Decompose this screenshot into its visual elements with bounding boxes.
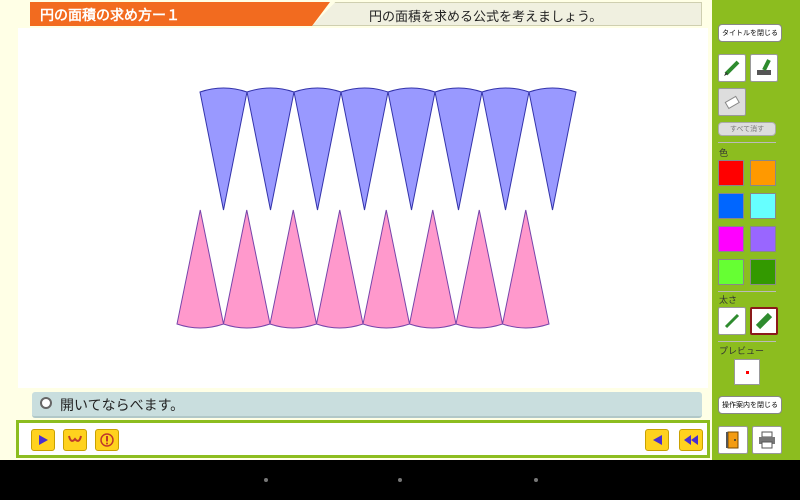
- system-dot: [264, 478, 268, 482]
- warning-button[interactable]: [95, 429, 119, 451]
- color-swatch-purple[interactable]: [750, 226, 776, 252]
- back-button[interactable]: [645, 429, 669, 451]
- top-slice: [246, 87, 295, 211]
- bottom-slice: [501, 209, 550, 329]
- bottom-slice: [176, 209, 225, 329]
- divider: [718, 142, 776, 143]
- eraser-icon: [724, 95, 740, 110]
- back-icon: [653, 435, 662, 445]
- caption-text: 開いてならべます。: [60, 398, 185, 414]
- thin-pen-icon: [724, 313, 740, 329]
- top-slice: [481, 87, 530, 211]
- thickness-label: 太さ: [719, 296, 738, 306]
- right-panel: タイトルを閉じる すべて消す 色 太さ プレビュー 操作案内を閉じる: [712, 0, 800, 460]
- eraser-tool-button[interactable]: [718, 88, 746, 116]
- color-swatch-blue[interactable]: [718, 193, 744, 219]
- print-button[interactable]: [752, 426, 782, 454]
- top-slice: [528, 87, 577, 211]
- mustache-icon: [68, 435, 82, 442]
- color-swatch-red[interactable]: [718, 160, 744, 186]
- pen-tool-button[interactable]: [718, 54, 746, 82]
- bottom-slice: [269, 209, 318, 329]
- preview-label: プレビュー: [719, 347, 765, 357]
- play-icon: [39, 435, 48, 445]
- bottom-toolbar: [16, 420, 710, 458]
- color-swatch-orange[interactable]: [750, 160, 776, 186]
- bottom-slice: [222, 209, 271, 329]
- marker-icon: [757, 59, 771, 75]
- close-guide-button[interactable]: 操作案内を閉じる: [718, 396, 782, 414]
- top-slice: [293, 87, 342, 211]
- top-slice: [340, 87, 389, 211]
- caption-radio[interactable]: [40, 397, 52, 409]
- thick-pen-icon: [755, 312, 773, 330]
- mustache-button[interactable]: [63, 429, 87, 451]
- system-dot: [534, 478, 538, 482]
- top-slice: [387, 87, 436, 211]
- print-icon: [759, 431, 775, 449]
- play-button[interactable]: [31, 429, 55, 451]
- thick-line-button[interactable]: [750, 307, 778, 335]
- bottom-slice: [408, 209, 457, 329]
- rewind-icon: [684, 435, 698, 445]
- clear-all-button[interactable]: すべて消す: [718, 122, 776, 136]
- bottom-slice: [362, 209, 411, 329]
- warning-icon: [100, 433, 114, 447]
- system-nav-bar: [0, 460, 800, 500]
- bottom-slice: [455, 209, 504, 329]
- color-swatch-green[interactable]: [750, 259, 776, 285]
- marker-tool-button[interactable]: [750, 54, 778, 82]
- circle-slices-figure: [176, 87, 577, 329]
- color-swatch-cyan[interactable]: [750, 193, 776, 219]
- close-title-button[interactable]: タイトルを閉じる: [718, 24, 782, 42]
- divider: [718, 341, 776, 342]
- divider: [718, 291, 776, 292]
- preview-box: [734, 359, 760, 385]
- color-label: 色: [719, 149, 729, 159]
- rewind-button[interactable]: [679, 429, 703, 451]
- top-slice: [199, 87, 248, 211]
- caption-bar: 開いてならべます。: [32, 392, 702, 418]
- exit-button[interactable]: [718, 426, 748, 454]
- system-dot: [398, 478, 402, 482]
- thin-line-button[interactable]: [718, 307, 746, 335]
- door-icon: [726, 431, 739, 449]
- color-swatch-lime[interactable]: [718, 259, 744, 285]
- pen-icon: [724, 60, 740, 76]
- top-slice: [434, 87, 483, 211]
- bottom-slice: [315, 209, 364, 329]
- color-swatch-magenta[interactable]: [718, 226, 744, 252]
- preview-dot: [746, 371, 749, 374]
